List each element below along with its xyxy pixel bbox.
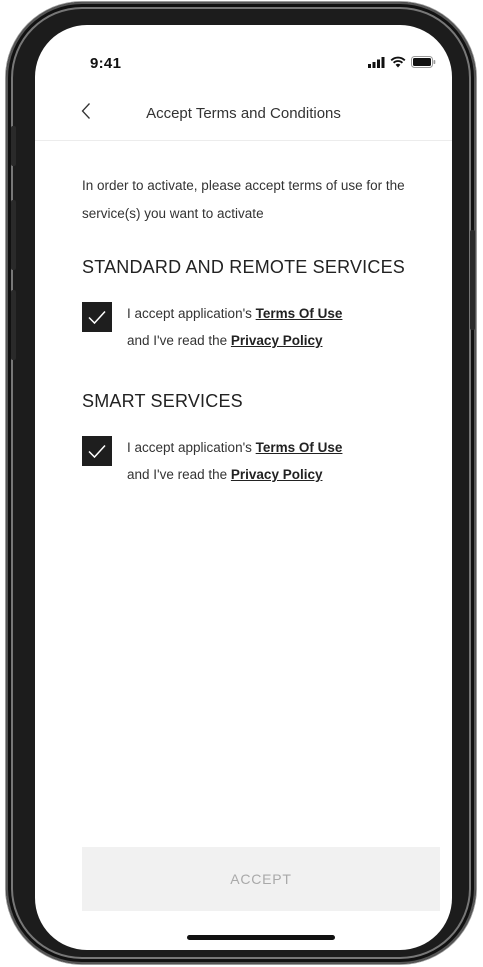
home-indicator[interactable] [187,935,335,940]
privacy-policy-link[interactable]: Privacy Policy [231,467,323,482]
page-title: Accept Terms and Conditions [146,105,341,122]
app-screen: 9:41 Accept Terms and Conditions In orde… [35,25,452,950]
checkmark-icon [88,310,106,325]
volume-up-button [11,200,16,270]
status-icons [368,56,436,68]
wifi-icon [390,56,406,68]
terms-checkbox-smart[interactable] [82,436,112,466]
section-heading-standard: STANDARD AND REMOTE SERVICES [82,257,405,277]
cellular-signal-icon [368,56,385,68]
checkmark-icon [88,444,106,459]
accept-button[interactable]: ACCEPT [82,847,440,911]
terms-of-use-link[interactable]: Terms Of Use [256,306,343,321]
status-bar: 9:41 [35,25,452,95]
consent-text-smart: I accept application's Terms Of Use and … [127,434,407,488]
consent-line1-prefix: I accept application's [127,306,256,321]
consent-line1-prefix: I accept application's [127,440,256,455]
terms-of-use-link[interactable]: Terms Of Use [256,440,343,455]
consent-line2-prefix: and I've read the [127,467,231,482]
consent-text-standard: I accept application's Terms Of Use and … [127,300,407,354]
intro-text: In order to activate, please accept term… [82,178,405,221]
privacy-policy-link[interactable]: Privacy Policy [231,333,323,348]
volume-down-button [11,290,16,360]
terms-checkbox-standard[interactable] [82,302,112,332]
power-button [470,230,475,330]
section-heading-smart: SMART SERVICES [82,391,243,411]
silent-switch [11,126,16,166]
navigation-bar: Accept Terms and Conditions [35,95,452,141]
battery-icon [411,56,436,68]
consent-line2-prefix: and I've read the [127,333,231,348]
status-time: 9:41 [90,55,122,72]
